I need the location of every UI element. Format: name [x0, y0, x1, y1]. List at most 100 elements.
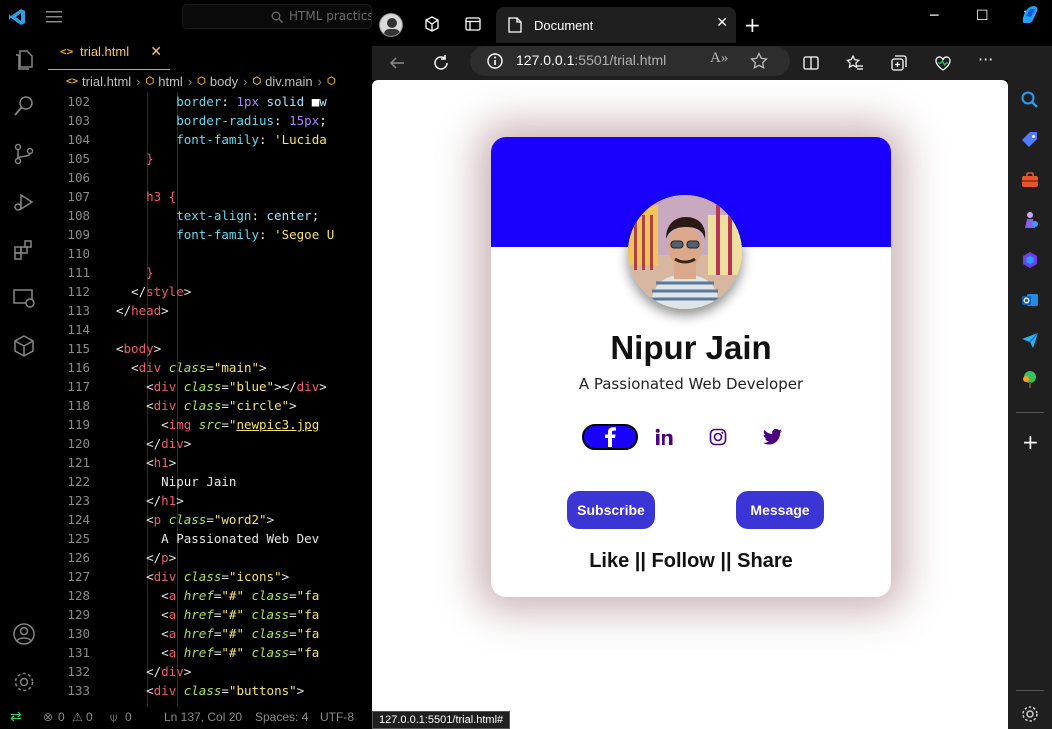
cursor-position[interactable]: Ln 137, Col 20	[164, 710, 242, 724]
code-line[interactable]: 120 </div>	[48, 434, 372, 453]
address-bar[interactable]: 127.0.0.1:5501/trial.html A»	[470, 46, 790, 76]
html-file-icon: <>	[60, 45, 74, 58]
more-options-icon[interactable]: ···	[978, 50, 993, 69]
workspaces-icon[interactable]	[423, 15, 441, 33]
code-line[interactable]: 125 A Passionated Web Dev	[48, 529, 372, 548]
subscribe-button[interactable]: Subscribe	[567, 491, 655, 529]
code-line[interactable]: 133 <div class="buttons">	[48, 681, 372, 700]
linkedin-link[interactable]	[651, 424, 677, 450]
browser-essentials-icon[interactable]	[934, 54, 952, 72]
line-number: 129	[67, 607, 90, 622]
code-line[interactable]: 121 <h1>	[48, 453, 372, 472]
code-line[interactable]: 129 <a href="#" class="fa	[48, 605, 372, 624]
code-line[interactable]: 131 <a href="#" class="fa	[48, 643, 372, 662]
send-icon[interactable]	[1020, 330, 1040, 350]
shopping-tag-icon[interactable]	[1020, 130, 1040, 150]
source-control-icon[interactable]	[12, 142, 36, 166]
code-line[interactable]: 107 h3 {	[48, 187, 372, 206]
extensions-icon[interactable]	[12, 238, 36, 262]
code-line[interactable]: 117 <div class="blue"></div>	[48, 377, 372, 396]
read-aloud-icon[interactable]: A»	[710, 50, 728, 67]
tree-icon[interactable]	[1020, 370, 1040, 390]
code-line[interactable]: 122 Nipur Jain	[48, 472, 372, 491]
code-line[interactable]: 124 <p class="word2">	[48, 510, 372, 529]
code-line[interactable]: 111 }	[48, 263, 372, 282]
close-icon[interactable]: ✕	[716, 15, 728, 31]
add-icon[interactable]: +	[1022, 430, 1039, 454]
code-line[interactable]: 132 </div>	[48, 662, 372, 681]
code-line[interactable]: 112 </style>	[48, 282, 372, 301]
indentation[interactable]: Spaces: 4	[255, 710, 308, 724]
code-line[interactable]: 130 <a href="#" class="fa	[48, 624, 372, 643]
code-text: font-family: 'Lucida	[116, 132, 327, 147]
breadcrumb-item[interactable]: html	[158, 74, 183, 89]
tab-actions-icon[interactable]	[464, 15, 482, 33]
tools-icon[interactable]	[1020, 170, 1040, 190]
minimize-icon[interactable]: ─	[930, 8, 938, 24]
settings-gear-icon[interactable]	[12, 670, 36, 694]
instagram-link[interactable]	[705, 424, 731, 450]
microsoft-365-icon[interactable]	[1020, 250, 1040, 270]
code-line[interactable]: 116 <div class="main">	[48, 358, 372, 377]
code-line[interactable]: 123 </h1>	[48, 491, 372, 510]
new-tab-icon[interactable]: +	[744, 13, 761, 37]
encoding[interactable]: UTF-8	[320, 710, 354, 724]
remote-icon[interactable]: ⇄	[10, 708, 22, 725]
maximize-icon[interactable]: ☐	[976, 8, 989, 24]
code-line[interactable]: 113 </head>	[48, 301, 372, 320]
outlook-icon[interactable]	[1020, 290, 1040, 310]
code-editor[interactable]: 102 border: 1px solid ■w 103 border-radiu…	[48, 92, 372, 707]
code-line[interactable]: 105 }	[48, 149, 372, 168]
cube-extension-icon[interactable]	[12, 334, 36, 358]
search-icon[interactable]	[12, 94, 36, 118]
close-icon[interactable]: ✕	[150, 44, 162, 60]
favorite-star-icon[interactable]	[750, 52, 768, 70]
code-line[interactable]: 104 font-family: 'Lucida	[48, 130, 372, 149]
ports-count[interactable]: 0	[125, 710, 132, 724]
profile-avatar[interactable]	[379, 13, 403, 37]
browser-tab[interactable]: Document ✕	[496, 7, 736, 43]
breadcrumb-item[interactable]: div.main	[265, 74, 312, 89]
code-line[interactable]: 110	[48, 244, 372, 263]
split-screen-icon[interactable]	[802, 54, 820, 72]
run-debug-icon[interactable]	[12, 190, 36, 214]
code-line[interactable]: 119 <img src="newpic3.jpg	[48, 415, 372, 434]
settings-gear-icon[interactable]	[1020, 704, 1040, 724]
code-line[interactable]: 115 <body>	[48, 339, 372, 358]
facebook-link[interactable]	[582, 424, 638, 450]
code-line[interactable]: 103 border-radius: 15px;	[48, 111, 372, 130]
back-icon[interactable]	[388, 54, 406, 72]
message-button[interactable]: Message	[736, 491, 824, 529]
account-icon[interactable]	[12, 622, 36, 646]
error-count[interactable]: 0	[58, 710, 65, 724]
line-number: 131	[67, 645, 90, 660]
site-info-icon[interactable]	[486, 52, 504, 70]
twitter-link[interactable]	[759, 424, 785, 450]
vscode-logo-icon	[9, 9, 25, 25]
menu-icon[interactable]	[46, 11, 62, 23]
command-search[interactable]: HTML practics	[182, 4, 372, 29]
tab-trial-html[interactable]: <> trial.html ✕	[48, 34, 170, 70]
code-line[interactable]: 118 <div class="circle">	[48, 396, 372, 415]
code-line[interactable]: 128 <a href="#" class="fa	[48, 586, 372, 605]
breadcrumb-item[interactable]: body	[210, 74, 238, 89]
code-line[interactable]: 108 text-align: center;	[48, 206, 372, 225]
games-icon[interactable]	[1020, 210, 1040, 230]
collections-icon[interactable]	[890, 54, 908, 72]
favorites-icon[interactable]	[846, 54, 864, 72]
code-line[interactable]: 106	[48, 168, 372, 187]
breadcrumb-item[interactable]: trial.html	[82, 74, 131, 89]
code-line[interactable]: 127 <div class="icons">	[48, 567, 372, 586]
twitter-icon	[762, 429, 782, 445]
copilot-icon[interactable]	[1020, 4, 1040, 24]
search-icon[interactable]	[1020, 90, 1040, 110]
explorer-icon[interactable]	[12, 48, 36, 72]
code-line[interactable]: 102 border: 1px solid ■w	[48, 92, 372, 111]
code-line[interactable]: 114	[48, 320, 372, 339]
remote-explorer-icon[interactable]	[12, 286, 36, 310]
line-number: 114	[67, 322, 90, 337]
warning-count[interactable]: 0	[86, 710, 93, 724]
code-line[interactable]: 109 font-family: 'Segoe U	[48, 225, 372, 244]
refresh-icon[interactable]	[432, 54, 450, 72]
code-line[interactable]: 126 </p>	[48, 548, 372, 567]
